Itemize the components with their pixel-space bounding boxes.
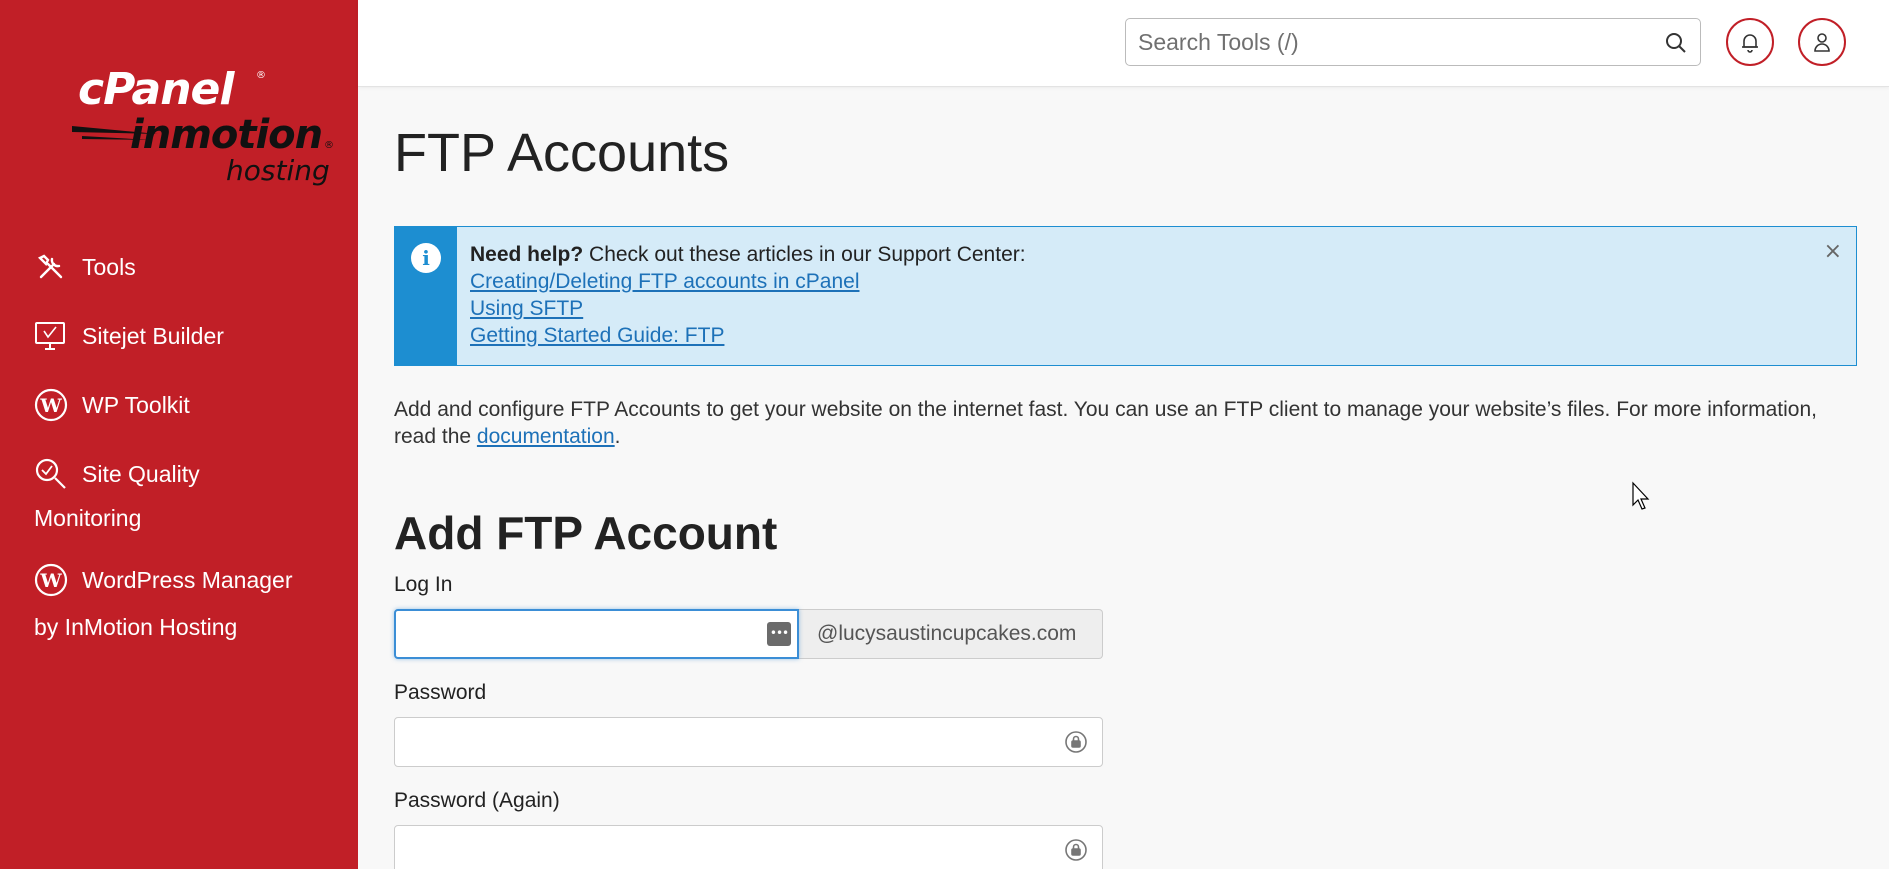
logo-cpanel-text: cPanel (78, 64, 234, 115)
logo-hosting-text: hosting (226, 154, 330, 187)
sidebar-item-site-quality-monitoring[interactable]: Site Quality Monitoring (34, 450, 334, 538)
add-ftp-account-heading: Add FTP Account (394, 507, 778, 559)
documentation-link[interactable]: documentation (477, 425, 615, 448)
cpanel-inmotion-logo[interactable]: cPanel ® inmotion ® hosting (70, 64, 340, 192)
bell-icon (1742, 34, 1758, 53)
search-input[interactable] (1126, 19, 1646, 65)
alert-heading: Need help? Check out these articles in o… (470, 241, 1026, 268)
password-again-input[interactable] (395, 826, 1035, 869)
info-icon: i (411, 243, 441, 273)
notifications-button[interactable] (1726, 18, 1774, 66)
sidebar: cPanel ® inmotion ® hosting Tools Siteje… (0, 0, 358, 869)
alert-link-using-sftp[interactable]: Using SFTP (470, 295, 1026, 322)
sidebar-item-label: Tools (82, 254, 136, 280)
sidebar-item-sitejet-builder[interactable]: Sitejet Builder (34, 312, 334, 360)
sidebar-item-label: WP Toolkit (82, 392, 190, 418)
login-input-group: ••• @lucysaustincupcakes.com (394, 609, 1103, 659)
sidebar-item-label-line2: Monitoring (34, 505, 142, 531)
help-alert: i Need help? Check out these articles in… (394, 226, 1857, 366)
login-field-wrapper[interactable]: ••• (394, 609, 799, 659)
svg-text:W: W (39, 395, 62, 417)
user-icon (1814, 33, 1830, 52)
monitor-icon (34, 319, 68, 353)
sidebar-item-label: WordPress Manager (82, 567, 293, 593)
tools-icon (34, 250, 68, 284)
alert-content: Need help? Check out these articles in o… (470, 241, 1026, 349)
alert-link-creating-deleting-ftp[interactable]: Creating/Deleting FTP accounts in cPanel (470, 268, 1026, 295)
page-title: FTP Accounts (394, 123, 730, 183)
close-icon[interactable]: × (1824, 239, 1842, 264)
alert-accent-bar: i (395, 227, 457, 365)
password-again-label: Password (Again) (394, 789, 560, 812)
logo-inmotion-text: inmotion (130, 112, 323, 158)
logo-registered-mark-2: ® (324, 140, 334, 151)
user-menu-button[interactable] (1798, 18, 1846, 66)
sidebar-item-label-line2: by InMotion Hosting (34, 614, 238, 640)
password-manager-icon[interactable]: ••• (767, 622, 791, 646)
search-icon[interactable] (1664, 31, 1688, 55)
sidebar-item-wp-toolkit[interactable]: W WP Toolkit (34, 381, 334, 429)
wordpress-icon: W (34, 563, 68, 597)
search-box[interactable] (1125, 18, 1701, 66)
page-description: Add and configure FTP Accounts to get yo… (394, 396, 1844, 450)
login-input[interactable] (396, 611, 756, 657)
description-end: . (614, 425, 621, 448)
password-label: Password (394, 681, 487, 704)
domain-suffix: @lucysaustincupcakes.com (799, 609, 1103, 659)
mouse-cursor-icon (1632, 481, 1650, 510)
password-lock-icon[interactable] (1064, 838, 1088, 862)
sidebar-item-tools[interactable]: Tools (34, 243, 334, 291)
sidebar-item-label: Site Quality (82, 461, 200, 487)
alert-link-getting-started-ftp[interactable]: Getting Started Guide: FTP (470, 322, 1026, 349)
password-input[interactable] (395, 718, 1035, 766)
password-field-wrapper[interactable] (394, 717, 1103, 767)
login-label: Log In (394, 573, 453, 596)
alert-text: Check out these articles in our Support … (583, 243, 1026, 266)
svg-text:W: W (39, 570, 62, 592)
sidebar-item-label: Sitejet Builder (82, 323, 224, 349)
magnifier-check-icon (34, 457, 68, 491)
logo-registered-mark: ® (256, 70, 266, 81)
alert-bold: Need help? (470, 243, 584, 266)
sidebar-item-wordpress-manager[interactable]: W WordPress Manager by InMotion Hosting (34, 556, 334, 650)
top-header (358, 0, 1889, 87)
wordpress-icon: W (34, 388, 68, 422)
password-lock-icon[interactable] (1064, 730, 1088, 754)
password-again-field-wrapper[interactable] (394, 825, 1103, 869)
